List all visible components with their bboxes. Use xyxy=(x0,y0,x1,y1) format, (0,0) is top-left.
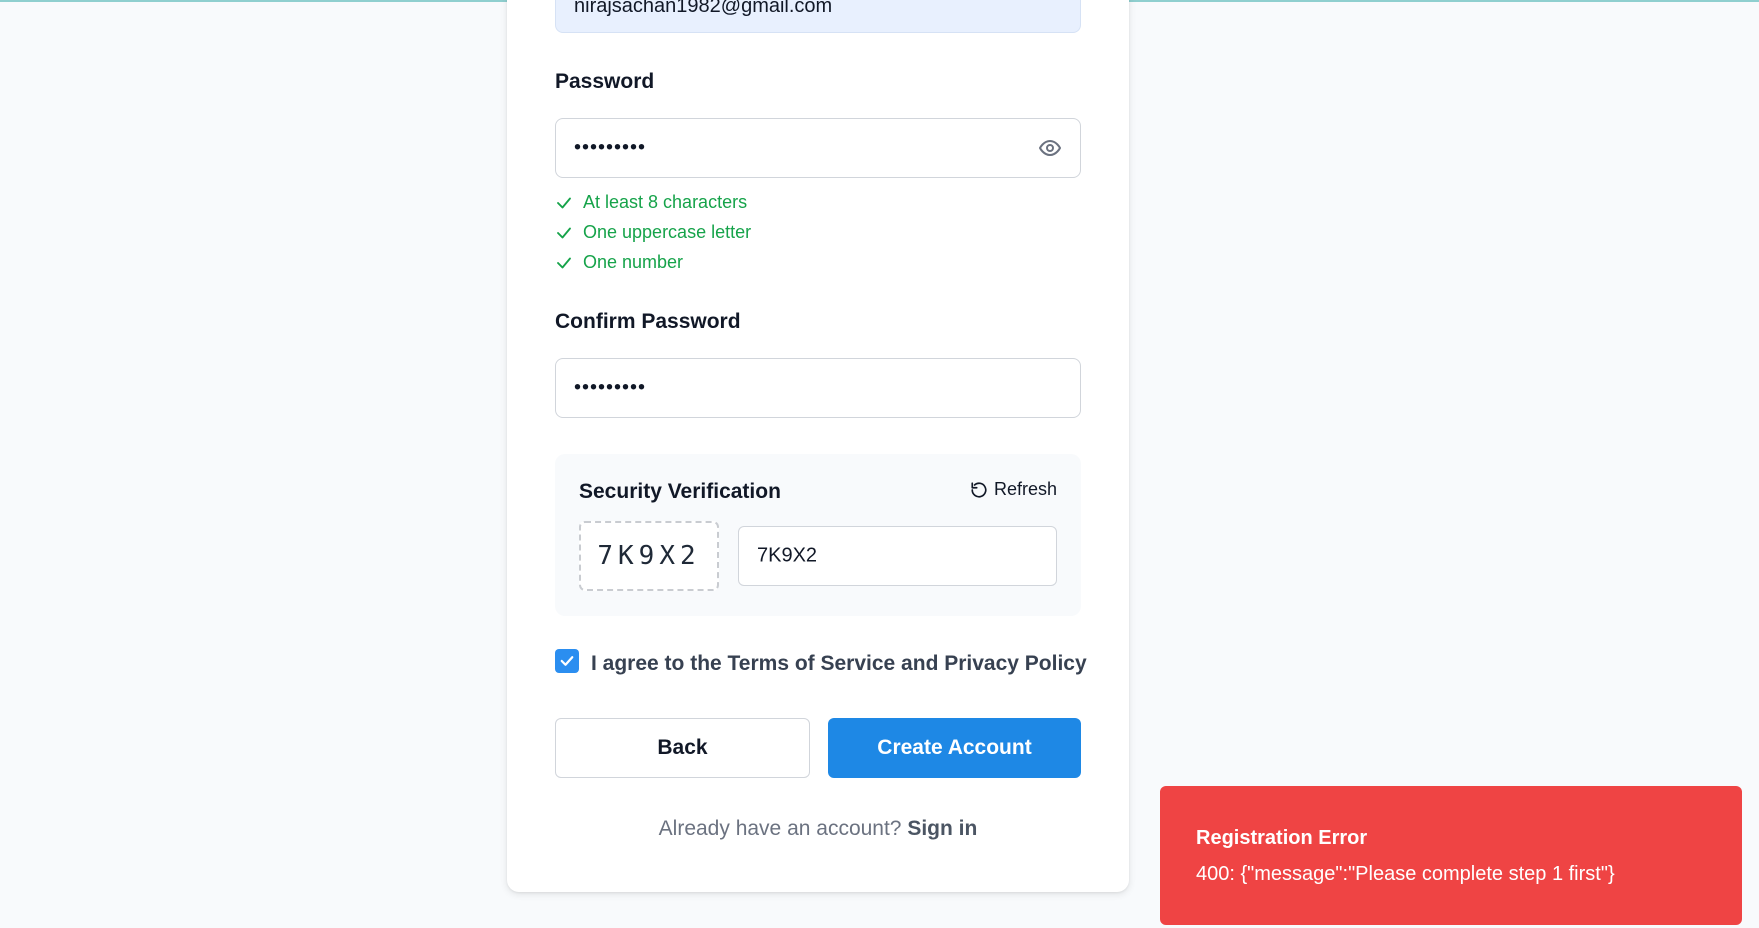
signin-prompt-row: Already have an account? Sign in xyxy=(555,817,1081,841)
requirement-text: One number xyxy=(583,252,684,272)
captcha-input[interactable]: 7K9X2 xyxy=(738,526,1057,586)
captcha-input-value: 7K9X2 xyxy=(757,544,818,567)
captcha-image: 7K9X2 xyxy=(579,521,719,591)
requirement-text: At least 8 characters xyxy=(583,192,748,212)
check-icon xyxy=(557,197,571,208)
terms-agreement: I agree to the Terms of Service and Priv… xyxy=(555,649,1087,676)
confirm-password-field[interactable]: ••••••••• xyxy=(555,358,1081,418)
requirement-item: One number xyxy=(555,252,683,273)
refresh-label: Refresh xyxy=(993,479,1057,499)
check-icon xyxy=(560,656,574,666)
refresh-button[interactable]: Refresh xyxy=(970,479,1057,500)
requirement-item: One uppercase letter xyxy=(555,222,751,243)
password-field[interactable]: ••••••••• xyxy=(555,118,1081,178)
email-field[interactable]: nirajsachan1982@gmail.com xyxy=(555,0,1081,33)
email-value: nirajsachan1982@gmail.com xyxy=(574,0,833,17)
requirement-text: One uppercase letter xyxy=(583,222,752,242)
terms-text: I agree to the Terms of Service and Priv… xyxy=(591,652,1087,675)
security-verification-title: Security Verification xyxy=(579,480,781,503)
eye-icon[interactable] xyxy=(1038,136,1062,160)
toast-message: 400: {"message":"Please complete step 1 … xyxy=(1196,863,1615,885)
toast-title: Registration Error xyxy=(1196,827,1368,849)
requirement-item: At least 8 characters xyxy=(555,192,747,213)
signin-prompt: Already have an account? xyxy=(658,817,902,840)
password-label: Password xyxy=(555,70,655,93)
check-icon xyxy=(557,227,571,238)
error-toast[interactable]: Registration Error 400: {"message":"Plea… xyxy=(1160,786,1742,925)
create-account-button[interactable]: Create Account xyxy=(828,718,1081,778)
password-value: ••••••••• xyxy=(574,136,647,159)
refresh-icon xyxy=(971,481,987,498)
confirm-password-label: Confirm Password xyxy=(555,310,741,333)
terms-checkbox[interactable] xyxy=(555,649,579,673)
confirm-password-value: ••••••••• xyxy=(574,376,647,399)
signin-link[interactable]: Sign in xyxy=(907,817,977,840)
security-verification-panel: Security Verification Refresh 7K9X2 7K9X… xyxy=(555,454,1081,616)
check-icon xyxy=(557,257,571,268)
back-button[interactable]: Back xyxy=(555,718,810,778)
